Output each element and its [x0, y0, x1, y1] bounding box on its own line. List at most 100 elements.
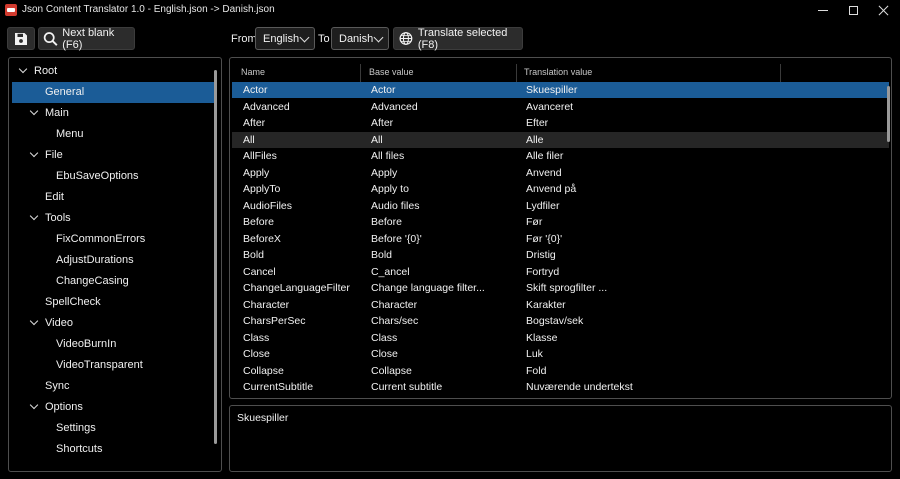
- save-button[interactable]: [7, 27, 35, 50]
- translation-editor-text[interactable]: Skuespiller: [237, 412, 288, 424]
- translation-grid[interactable]: Name Base value Translation value Actor A…: [229, 57, 892, 399]
- column-header-name[interactable]: Name: [241, 62, 265, 82]
- table-row[interactable]: After After Efter: [232, 115, 889, 131]
- table-row[interactable]: Bold Bold Dristig: [232, 247, 889, 263]
- table-row[interactable]: CharsPerSec Chars/sec Bogstav/sek: [232, 313, 889, 329]
- to-language-select[interactable]: Danish: [331, 27, 389, 50]
- table-row[interactable]: Apply Apply Anvend: [232, 165, 889, 181]
- from-language-select[interactable]: English: [255, 27, 315, 50]
- base-value-cell: Advanced: [371, 100, 418, 113]
- table-row[interactable]: Advanced Advanced Avanceret: [232, 99, 889, 115]
- table-row[interactable]: Character Character Karakter: [232, 297, 889, 313]
- chevron-down-icon[interactable]: [29, 148, 39, 158]
- base-value-cell: Actor: [371, 84, 396, 96]
- from-label: From: [231, 33, 257, 45]
- chevron-down-icon[interactable]: [29, 211, 39, 221]
- column-separator[interactable]: [516, 64, 517, 82]
- chevron-down-icon[interactable]: [18, 64, 28, 74]
- translation-value-cell: Fold: [526, 364, 547, 377]
- table-row[interactable]: ApplyTo Apply to Anvend på: [232, 181, 889, 197]
- tree-item-tools[interactable]: Tools: [12, 208, 217, 229]
- tree-item-video[interactable]: Video: [12, 313, 217, 334]
- tree-item-videoburnin[interactable]: VideoBurnIn: [12, 334, 217, 355]
- tree-item-options[interactable]: Options: [12, 397, 217, 418]
- to-label: To: [318, 33, 330, 45]
- tree-item-label: Edit: [45, 191, 64, 203]
- tree-item-main[interactable]: Main: [12, 103, 217, 124]
- grid-scrollbar[interactable]: [887, 86, 890, 142]
- tree-item-ebusaveoptions[interactable]: EbuSaveOptions: [12, 166, 217, 187]
- base-value-cell: Change language filter...: [371, 282, 485, 294]
- name-cell: Collapse: [243, 364, 284, 377]
- tree-item-fixcommonerrors[interactable]: FixCommonErrors: [12, 229, 217, 250]
- chevron-down-icon[interactable]: [29, 400, 39, 410]
- translation-editor[interactable]: Skuespiller: [229, 405, 892, 472]
- tree-item-file[interactable]: File: [12, 145, 217, 166]
- tree-item-label: Video: [45, 317, 73, 329]
- tree-item-label: VideoTransparent: [56, 359, 143, 371]
- base-value-cell: C_ancel: [371, 265, 410, 278]
- table-row[interactable]: Cancel C_ancel Fortryd: [232, 264, 889, 280]
- base-value-cell: Class: [371, 331, 398, 344]
- table-row[interactable]: All All Alle: [232, 131, 889, 148]
- next-blank-button[interactable]: Next blank (F6): [38, 27, 135, 51]
- table-row[interactable]: Before Before Før: [232, 214, 889, 230]
- close-button[interactable]: [868, 0, 898, 20]
- column-separator[interactable]: [360, 64, 361, 82]
- table-row[interactable]: ChangeLanguageFilter Change language filt…: [232, 280, 889, 296]
- tree-scrollbar[interactable]: [214, 70, 217, 444]
- tree-item-videotransparent[interactable]: VideoTransparent: [12, 355, 217, 376]
- translate-selected-button[interactable]: Translate selected (F8): [393, 26, 523, 51]
- tree-item-edit[interactable]: Edit: [12, 187, 217, 208]
- translate-selected-label: Translate selected (F8): [417, 26, 508, 51]
- tree-item-spellcheck[interactable]: SpellCheck: [12, 292, 217, 313]
- tree-item-label: Shortcuts: [56, 443, 103, 455]
- table-row[interactable]: Actor Actor Skuespiller: [232, 82, 889, 98]
- translation-value-cell: Lydfiler: [526, 199, 560, 212]
- column-separator[interactable]: [780, 64, 781, 82]
- chevron-down-icon[interactable]: [29, 106, 39, 116]
- grid-header: Name Base value Translation value: [230, 62, 891, 82]
- base-value-cell: Close: [371, 348, 398, 360]
- tree-item-label: Root: [34, 65, 58, 77]
- translation-value-cell: Før: [526, 216, 543, 228]
- translation-value-cell: Bogstav/sek: [526, 315, 584, 327]
- tree-item-adjustdurations[interactable]: AdjustDurations: [12, 250, 217, 271]
- tree-item-shortcuts[interactable]: Shortcuts: [12, 439, 217, 460]
- table-row[interactable]: BeforeX Before '{0}' Før '{0}': [232, 231, 889, 247]
- table-row[interactable]: CurrentSubtitle Current subtitle Nuværende…: [232, 379, 889, 395]
- name-cell: Cancel: [243, 265, 276, 278]
- base-value-cell: All files: [371, 150, 405, 162]
- tree-item-root[interactable]: Root: [12, 61, 217, 82]
- minimize-icon: [818, 9, 828, 11]
- tree-item-label: FixCommonErrors: [56, 233, 146, 245]
- table-row[interactable]: Close Close Luk: [232, 346, 889, 362]
- table-row[interactable]: AudioFiles Audio files Lydfiler: [232, 198, 889, 214]
- tree-item-general[interactable]: General: [12, 82, 217, 103]
- name-cell: Close: [243, 348, 270, 360]
- table-row[interactable]: Class Class Klasse: [232, 330, 889, 346]
- column-header-base-value[interactable]: Base value: [369, 62, 414, 82]
- base-value-cell: Bold: [371, 249, 393, 261]
- base-value-cell: All: [371, 133, 383, 146]
- name-cell: Actor: [243, 84, 268, 96]
- name-cell: AllFiles: [243, 150, 277, 162]
- search-icon: [43, 31, 58, 46]
- table-row[interactable]: Collapse Collapse Fold: [232, 363, 889, 379]
- translation-value-cell: Skift sprogfilter ...: [526, 282, 608, 294]
- translation-value-cell: Alle filer: [526, 150, 564, 162]
- translation-value-cell: Før '{0}': [526, 232, 563, 245]
- name-cell: Advanced: [243, 100, 290, 113]
- column-header-translation-value[interactable]: Translation value: [524, 62, 592, 82]
- tree-item-menu[interactable]: Menu: [12, 124, 217, 145]
- tree-item-sync[interactable]: Sync: [12, 376, 217, 397]
- section-tree[interactable]: Root General Main Menu File EbuSaveOptions Edi…: [8, 57, 222, 472]
- base-value-cell: Audio files: [371, 199, 420, 212]
- tree-item-settings[interactable]: Settings: [12, 418, 217, 439]
- tree-item-changecasing[interactable]: ChangeCasing: [12, 271, 217, 292]
- chevron-down-icon[interactable]: [29, 316, 39, 326]
- maximize-button[interactable]: [838, 0, 868, 20]
- minimize-button[interactable]: [808, 0, 838, 20]
- table-row[interactable]: AllFiles All files Alle filer: [232, 148, 889, 164]
- tree-item-label: AdjustDurations: [56, 254, 134, 266]
